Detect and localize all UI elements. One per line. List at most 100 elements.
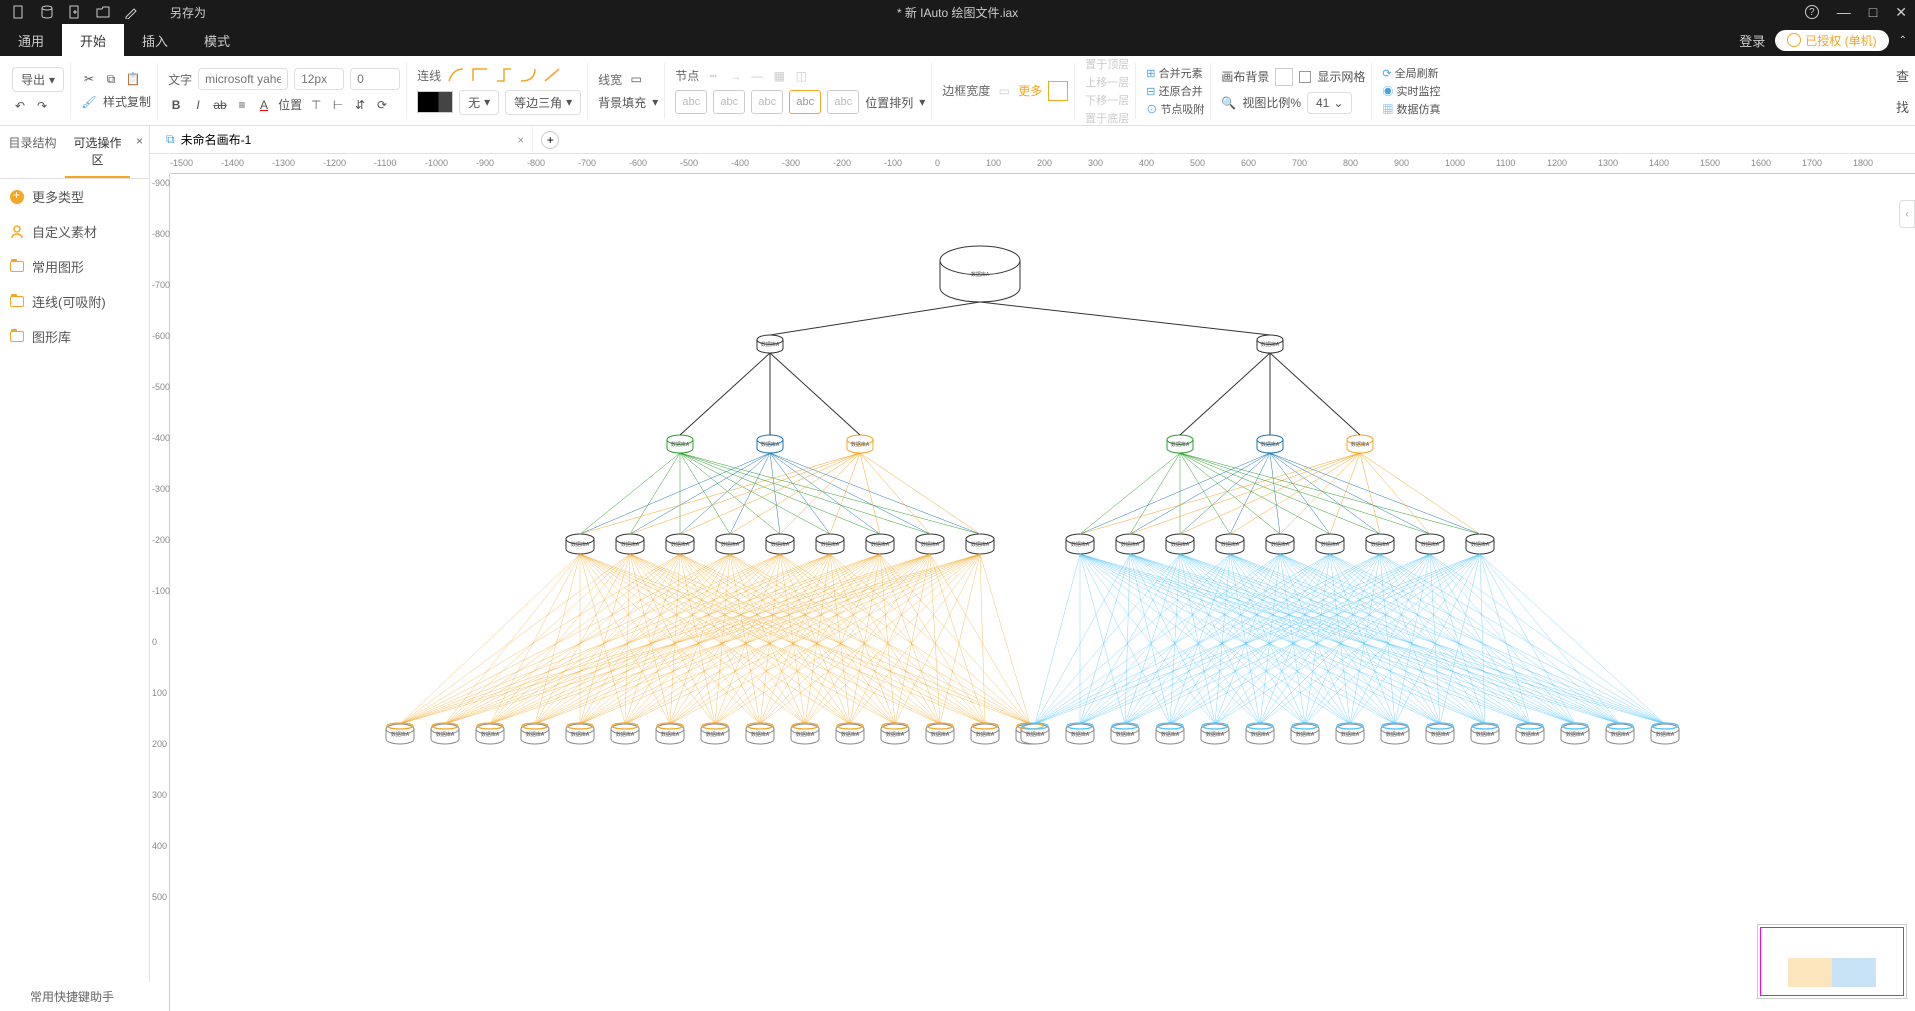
license-badge[interactable]: 已授权 (单机): [1775, 30, 1888, 51]
spacing-input[interactable]: [350, 68, 400, 90]
side-tab-operations[interactable]: 可选操作区: [65, 126, 130, 178]
font-family-input[interactable]: [198, 68, 288, 90]
zoom-select[interactable]: 41 ⌄: [1307, 92, 1352, 114]
line-width-icon[interactable]: ▭: [628, 71, 644, 87]
db-icon[interactable]: [40, 5, 54, 19]
edit-icon[interactable]: [124, 5, 138, 19]
sidebar-item-lines[interactable]: 连线(可吸附): [0, 284, 149, 319]
line-style-2-icon[interactable]: [471, 67, 489, 83]
sidebar-item-more[interactable]: 更多类型: [0, 179, 149, 214]
sidebar-item-shapes[interactable]: 图形库: [0, 319, 149, 354]
italic-icon[interactable]: I: [190, 97, 206, 113]
node-border-icon[interactable]: ◫: [793, 68, 809, 84]
add-file-icon[interactable]: [68, 5, 82, 19]
side-tab-close[interactable]: ×: [130, 126, 149, 178]
menu-tab-insert[interactable]: 插入: [124, 24, 186, 56]
redo-icon[interactable]: ↷: [34, 98, 50, 114]
svg-text:数据库A: 数据库A: [1351, 441, 1370, 448]
help-icon[interactable]: ?: [1805, 5, 1819, 19]
canvas-tab-1[interactable]: ⧉ 未命名画布-1 ×: [158, 127, 533, 152]
collapse-ribbon-icon[interactable]: ⌃: [1899, 35, 1907, 46]
abc-3[interactable]: abc: [751, 90, 783, 114]
cut-icon[interactable]: ✂: [81, 71, 97, 87]
svg-text:数据库A: 数据库A: [1171, 541, 1190, 548]
node-arrow-icon[interactable]: →: [727, 68, 743, 84]
layer-bottom[interactable]: 置于底层: [1085, 110, 1129, 126]
right-panel-handle[interactable]: ‹: [1899, 200, 1915, 228]
open-icon[interactable]: [96, 5, 110, 19]
node-snap[interactable]: ⊙ 节点吸附: [1146, 101, 1204, 117]
minimize-icon[interactable]: —: [1837, 4, 1851, 20]
layer-down[interactable]: 下移一层: [1085, 92, 1129, 108]
font-color-icon[interactable]: A: [256, 97, 272, 113]
add-canvas-tab[interactable]: +: [541, 131, 559, 149]
save-as-button[interactable]: 另存为: [170, 4, 206, 21]
sidebar-item-custom[interactable]: 自定义素材: [0, 214, 149, 249]
valign-icon[interactable]: ⊤: [308, 97, 324, 113]
canvas-bg-swatch[interactable]: [1275, 68, 1293, 86]
halign-icon[interactable]: ⊢: [330, 97, 346, 113]
footer-hint[interactable]: 常用快捷键助手: [0, 982, 150, 1011]
line-color-swatch[interactable]: [417, 91, 453, 113]
paste-icon[interactable]: 📋: [125, 71, 141, 87]
data-sim[interactable]: ▦ 数据仿真: [1382, 101, 1440, 117]
line-style-5-icon[interactable]: [543, 67, 561, 83]
menu-tab-general[interactable]: 通用: [0, 24, 62, 56]
viewport[interactable]: 数据库A数据库A数据库A数据库A数据库A数据库A数据库A数据库A数据库A数据库A…: [170, 174, 1915, 1011]
ruler-vertical: -900-800-700-600-500-400-300-200-1000100…: [150, 174, 170, 1011]
realtime-monitor[interactable]: ◉ 实时监控: [1382, 83, 1440, 99]
grid-checkbox[interactable]: [1299, 71, 1311, 83]
sidebar-item-common[interactable]: 常用图形: [0, 249, 149, 284]
preview-icon[interactable]: [1048, 81, 1068, 101]
abc-4[interactable]: abc: [789, 90, 821, 114]
merge-elements[interactable]: ⊞ 合并元素: [1146, 65, 1204, 81]
position-sort-label[interactable]: 位置排列: [865, 94, 913, 111]
abc-2[interactable]: abc: [713, 90, 745, 114]
canvas-tab-close[interactable]: ×: [517, 133, 524, 147]
align-icon[interactable]: ≡: [234, 97, 250, 113]
border-width-icon[interactable]: ▭: [996, 83, 1012, 99]
restore-merge[interactable]: ⊟ 还原合并: [1146, 83, 1204, 99]
distribute-icon[interactable]: ⇵: [352, 97, 368, 113]
copy-icon[interactable]: ⧉: [103, 71, 119, 87]
abc-5[interactable]: abc: [827, 90, 859, 114]
undo-icon[interactable]: ↶: [12, 98, 28, 114]
more-link[interactable]: 更多: [1018, 82, 1042, 99]
minimap[interactable]: [1757, 924, 1907, 999]
login-button[interactable]: 登录: [1739, 31, 1765, 50]
close-icon[interactable]: ✕: [1895, 4, 1907, 21]
title-bar: 另存为 * 新 IAuto 绘图文件.iax ? — □ ✕: [0, 0, 1915, 24]
line-style-4-icon[interactable]: [519, 67, 537, 83]
text-position-label[interactable]: 位置: [278, 96, 302, 113]
fill-none-select[interactable]: 无 ▾: [459, 90, 499, 115]
maximize-icon[interactable]: □: [1869, 4, 1877, 20]
bg-fill-label[interactable]: 背景填充: [598, 94, 646, 111]
menu-tab-mode[interactable]: 模式: [186, 24, 248, 56]
search-char-1[interactable]: 查: [1896, 66, 1909, 85]
export-button[interactable]: 导出▾: [12, 67, 64, 92]
svg-text:数据库A: 数据库A: [1341, 731, 1360, 738]
format-painter-icon[interactable]: 🖌: [81, 94, 97, 110]
global-refresh[interactable]: ⟳ 全局刷新: [1382, 65, 1440, 81]
font-size-input[interactable]: [294, 68, 344, 90]
new-file-icon[interactable]: [12, 5, 26, 19]
line-style-1-icon[interactable]: [447, 67, 465, 83]
layer-top[interactable]: 置于顶层: [1085, 56, 1129, 72]
menu-tab-start[interactable]: 开始: [62, 24, 124, 56]
svg-text:数据库A: 数据库A: [1566, 731, 1585, 738]
search-char-2[interactable]: 找: [1896, 97, 1909, 116]
rotate-icon[interactable]: ⟳: [374, 97, 390, 113]
style-copy-label[interactable]: 样式复制: [103, 93, 151, 110]
strike-icon[interactable]: ab: [212, 97, 228, 113]
node-fill-icon[interactable]: ▦: [771, 68, 787, 84]
node-dash-icon[interactable]: ┅: [705, 68, 721, 84]
canvas-bg-label: 画布背景: [1221, 68, 1269, 85]
node-line-icon[interactable]: —: [749, 68, 765, 84]
line-style-3-icon[interactable]: [495, 67, 513, 83]
svg-text:数据库A: 数据库A: [481, 731, 500, 738]
abc-1[interactable]: abc: [675, 90, 707, 114]
bold-icon[interactable]: B: [168, 97, 184, 113]
side-tab-structure[interactable]: 目录结构: [0, 126, 65, 178]
arrow-select[interactable]: 等边三角 ▾: [505, 90, 581, 115]
layer-up[interactable]: 上移一层: [1085, 74, 1129, 90]
